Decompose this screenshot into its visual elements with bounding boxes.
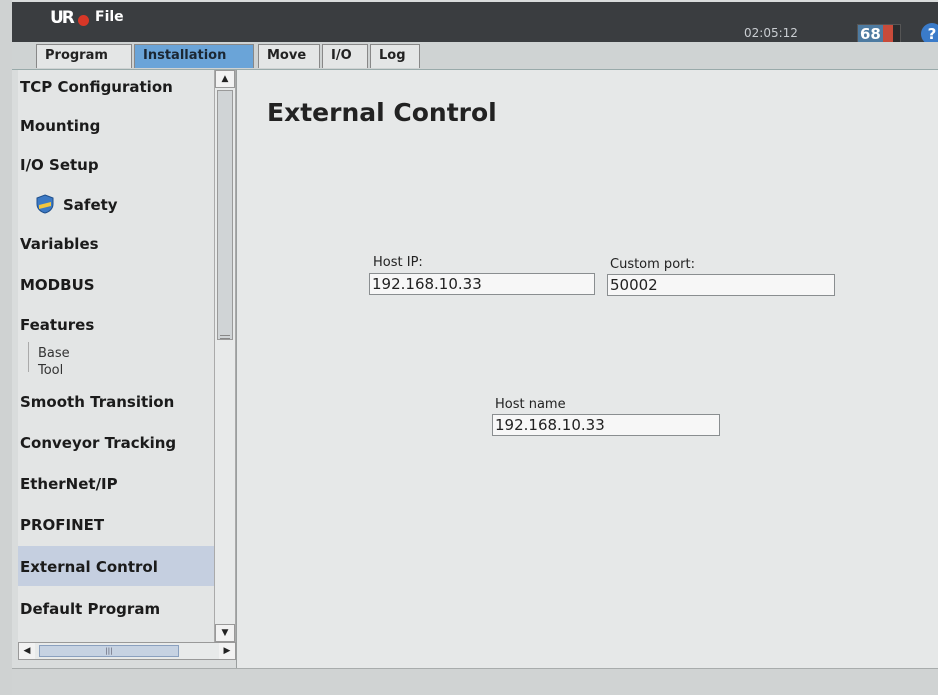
sidebar-item-modbus[interactable]: MODBUS [18,276,214,294]
host-ip-label: Host IP: [373,255,423,270]
host-name-input[interactable]: 192.168.10.33 [492,414,720,436]
tree-line [28,342,29,372]
ur-logo: UR [50,8,75,28]
page-title: External Control [267,98,497,127]
sidebar-item-mounting[interactable]: Mounting [18,117,214,135]
tab-program[interactable]: Program [36,44,132,68]
file-menu[interactable]: File [95,9,124,25]
sidebar-item-features[interactable]: Features [18,316,214,334]
bottom-bar [12,668,938,695]
shield-icon [36,194,54,214]
sidebar-item-safety[interactable]: Safety [18,194,214,214]
scroll-up-arrow-icon[interactable]: ▲ [215,70,235,88]
sidebar-item-profinet[interactable]: PROFINET [18,516,214,534]
scroll-down-arrow-icon[interactable]: ▼ [215,624,235,642]
speed-value: 68 [858,25,883,43]
main-tabs: Program Installation Move I/O Log [12,42,938,70]
sidebar-item-smooth-transition[interactable]: Smooth Transition [18,393,214,411]
external-control-panel: External Control Host IP: 192.168.10.33 … [236,70,938,668]
sidebar-item-tcp-configuration[interactable]: TCP Configuration [18,78,214,96]
tab-io[interactable]: I/O [322,44,368,68]
speed-slider[interactable]: 68 [857,24,901,44]
speed-indicator [882,25,893,43]
sidebar-item-external-control[interactable]: External Control [18,546,214,586]
tab-installation[interactable]: Installation [134,44,254,68]
sidebar-vertical-scrollbar[interactable]: ▲ ▼ [214,70,236,642]
host-name-label: Host name [495,397,566,412]
scrollbar-grip [220,338,230,339]
tab-log[interactable]: Log [370,44,420,68]
sidebar-item-ethernet-ip[interactable]: EtherNet/IP [18,475,214,493]
host-ip-input[interactable]: 192.168.10.33 [369,273,595,295]
sidebar-item-label: Safety [63,196,118,214]
installation-sidebar: TCP Configuration Mounting I/O Setup Saf… [18,70,214,642]
custom-port-label: Custom port: [610,257,695,272]
custom-port-input[interactable]: 50002 [607,274,835,296]
sidebar-item-default-program[interactable]: Default Program [18,600,214,618]
scroll-left-arrow-icon[interactable]: ◀ [19,643,35,659]
sidebar-item-variables[interactable]: Variables [18,235,214,253]
sidebar-item-io-setup[interactable]: I/O Setup [18,156,214,174]
screen-bezel [0,0,12,695]
top-bar: UR File 02:05:12 68 ? [12,2,938,45]
scroll-right-arrow-icon[interactable]: ▶ [219,643,235,659]
sidebar-subitem-tool[interactable]: Tool [38,363,63,378]
horizontal-scrollbar-thumb[interactable]: ||| [39,645,179,657]
scrollbar-thumb[interactable] [217,90,233,340]
clock: 02:05:12 [744,26,798,40]
sidebar-subitem-base[interactable]: Base [38,346,70,361]
sidebar-horizontal-scrollbar[interactable]: ◀ ||| ▶ [18,642,236,660]
status-dot-icon [78,15,89,26]
tab-move[interactable]: Move [258,44,320,68]
scrollbar-grip [220,335,230,336]
sidebar-item-conveyor-tracking[interactable]: Conveyor Tracking [18,434,214,452]
